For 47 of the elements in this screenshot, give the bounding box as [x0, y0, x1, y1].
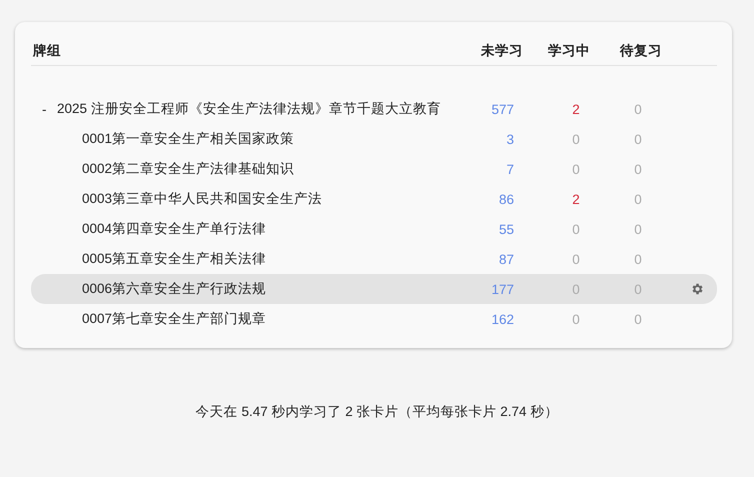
- collapse-toggle[interactable]: -: [31, 102, 57, 116]
- count-cell-text: 0: [571, 162, 580, 176]
- count-cell-text: 0: [571, 312, 580, 326]
- deck-row[interactable]: 0003第三章中华人民共和国安全生产法 86 2 0: [31, 184, 717, 214]
- count-cell-text: 0: [634, 252, 643, 266]
- count-cell-text: 2: [571, 102, 580, 116]
- deck-row[interactable]: 0007第七章安全生产部门规章 162 0 0: [31, 304, 717, 334]
- column-header: 未学习: [481, 42, 523, 60]
- count-cell-text: 0: [571, 132, 580, 146]
- count-cell: 87: [498, 252, 514, 266]
- study-summary: 今天在 5.47 秒内学习了 2 张卡片（平均每张卡片 2.74 秒）: [196, 404, 558, 419]
- count-cell: 55: [498, 222, 514, 236]
- count-cell: 162: [491, 312, 514, 326]
- count-cell: 577: [491, 102, 514, 116]
- count-cell: 177: [491, 282, 514, 296]
- deck-row[interactable]: 0002第二章安全生产法律基础知识 7 0 0: [31, 154, 717, 184]
- count-cell-text: 0: [634, 192, 643, 206]
- deck-name[interactable]: 0004第四章安全生产单行法律: [82, 220, 266, 238]
- deck-name[interactable]: 0001第一章安全生产相关国家政策: [82, 130, 294, 148]
- count-cell: 3: [506, 132, 514, 146]
- count-cell-text: 0: [571, 252, 580, 266]
- count-cell-text: 0: [634, 132, 643, 146]
- count-cell-text: 2: [571, 192, 580, 206]
- count-cell-text: 0: [634, 282, 643, 296]
- deck-row[interactable]: 0006第六章安全生产行政法规 177 0 0: [31, 274, 717, 304]
- deck-name[interactable]: 0002第二章安全生产法律基础知识: [82, 160, 294, 178]
- deck-name[interactable]: 0005第五章安全生产相关法律: [82, 250, 266, 268]
- deck-name[interactable]: 0007第七章安全生产部门规章: [82, 310, 266, 328]
- count-cell: 7: [506, 162, 514, 176]
- count-cell-text: 0: [634, 312, 643, 326]
- count-cell: 86: [498, 192, 514, 206]
- deck-name[interactable]: 2025 注册安全工程师《安全生产法律法规》章节千题大立教育: [57, 100, 441, 118]
- count-cell-text: 0: [634, 162, 643, 176]
- count-cell-text: 0: [634, 102, 643, 116]
- count-cell-text: 0: [571, 282, 580, 296]
- column-header: 学习中: [547, 42, 590, 60]
- column-header: 待复习: [620, 42, 663, 60]
- count-cell-text: 0: [634, 222, 643, 236]
- deck-name[interactable]: 0006第六章安全生产行政法规: [82, 280, 266, 298]
- deck-name[interactable]: 0003第三章中华人民共和国安全生产法: [82, 190, 322, 208]
- deck-row[interactable]: - 2025 注册安全工程师《安全生产法律法规》章节千题大立教育 577 2 0: [31, 94, 717, 124]
- count-cell-text: 0: [571, 222, 580, 236]
- settings-icon[interactable]: [690, 282, 704, 296]
- deck-row[interactable]: 0004第四章安全生产单行法律 55 0 0: [31, 214, 717, 244]
- deck-row[interactable]: 0005第五章安全生产相关法律 87 0 0: [31, 244, 717, 274]
- deck-row[interactable]: 0001第一章安全生产相关国家政策 3 0 0: [31, 124, 717, 154]
- column-header: 牌组: [32, 42, 62, 60]
